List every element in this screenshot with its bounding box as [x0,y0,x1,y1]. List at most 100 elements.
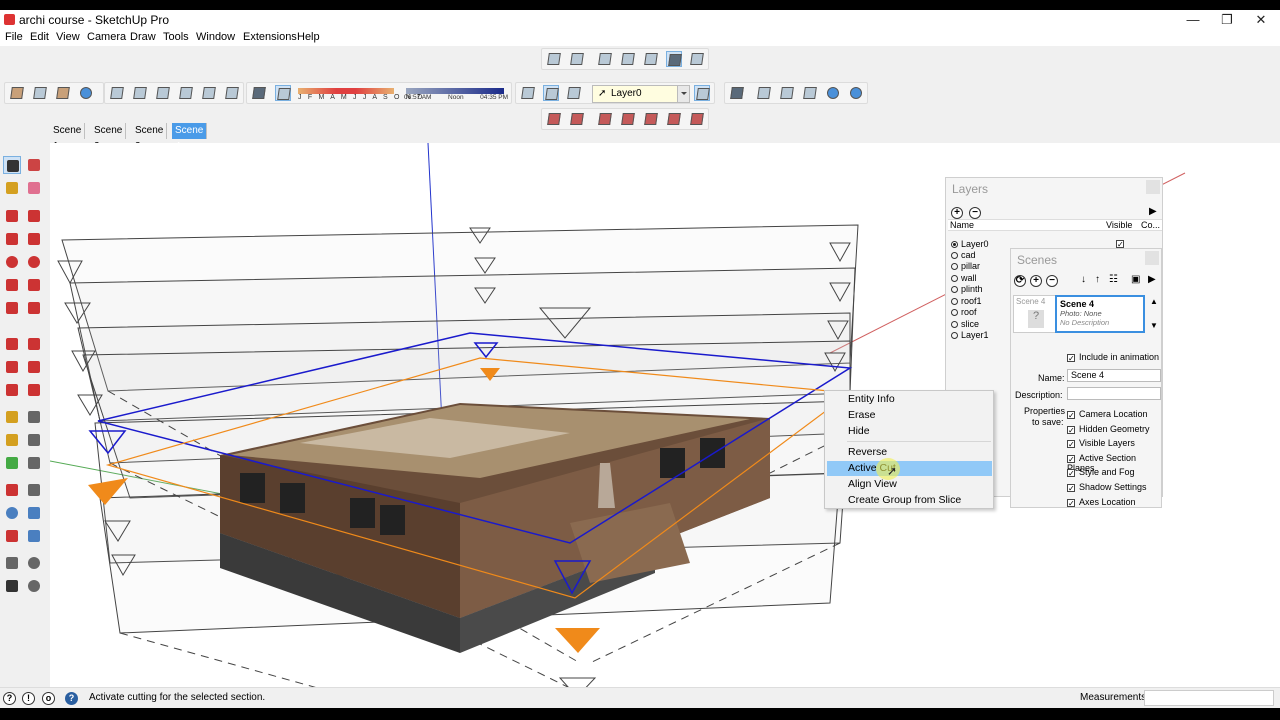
paint-bucket-icon[interactable] [3,179,21,197]
column-color[interactable]: Co... [1141,220,1160,230]
active-layer-radio[interactable] [951,241,958,248]
layer-row[interactable]: plinth [951,284,983,295]
layer-row[interactable]: roof1 [951,296,982,307]
property-row[interactable]: ✓ Active Section Planes [1067,453,1161,473]
tab-scene-2[interactable]: Scene 2 [91,123,127,152]
scale-tool-icon[interactable] [3,381,21,399]
menu-help[interactable]: Help [297,31,320,43]
layer-radio[interactable] [951,321,958,328]
scene-description-field[interactable] [1067,387,1161,400]
menu-erase[interactable]: Erase [825,408,993,423]
minimize-button[interactable]: — [1176,10,1210,30]
wireframe-icon[interactable] [756,85,772,101]
front-view-icon[interactable] [597,51,613,67]
pie-icon[interactable] [25,299,43,317]
property-checkbox[interactable]: ✓ [1067,426,1075,435]
property-row[interactable]: ✓ Shadow Settings [1067,482,1147,494]
property-checkbox[interactable]: ✓ [1067,484,1075,493]
bottom-view-icon[interactable] [689,51,705,67]
update-scene-icon[interactable]: ⟳ [1014,275,1026,287]
credits-icon[interactable]: ! [22,692,35,705]
arc-icon[interactable] [3,276,21,294]
scene-name-field[interactable]: Scene 4 [1067,369,1161,382]
delete-layer-icon[interactable]: − [969,207,981,219]
pan-icon[interactable] [25,481,43,499]
rectangle-icon[interactable] [3,230,21,248]
menu-reverse[interactable]: Reverse [825,445,993,460]
axes-tool-icon[interactable] [3,454,21,472]
drape-icon[interactable] [643,111,659,127]
layer-row[interactable]: Layer1 [951,330,989,341]
freehand-icon[interactable] [25,207,43,225]
walk-icon[interactable] [3,577,21,595]
follow-me-icon[interactable] [25,358,43,376]
display-section-cuts-icon[interactable] [566,85,582,101]
zoom-extents-icon[interactable] [3,527,21,545]
zoom-window-icon[interactable] [25,504,43,522]
move-scene-up-icon[interactable]: ↑ [1095,274,1100,285]
line-tool-icon[interactable] [3,207,21,225]
rotate-tool-icon[interactable] [3,358,21,376]
left-view-icon[interactable] [666,51,682,67]
layer-radio[interactable] [951,309,958,316]
column-name[interactable]: Name [950,220,974,230]
from-contours-icon[interactable] [546,111,562,127]
maximize-button[interactable]: ❐ [1210,10,1244,30]
menu-tools[interactable]: Tools [163,31,189,43]
property-row[interactable]: ✓ Style and Fog [1067,467,1135,479]
right-view-icon[interactable] [620,51,636,67]
layer-radio[interactable] [951,286,958,293]
scroll-down-icon[interactable]: ▼ [1150,321,1158,330]
book-icon[interactable] [132,85,148,101]
add-layer-icon[interactable]: + [951,207,963,219]
select-tool-icon[interactable] [3,156,21,174]
polygon-icon[interactable] [25,253,43,271]
globe-icon[interactable] [78,85,94,101]
include-animation-checkbox[interactable]: ✓ [1067,354,1075,363]
offset-tool-icon[interactable] [25,381,43,399]
3d-text-icon[interactable] [25,454,43,472]
move-scene-down-icon[interactable]: ↓ [1081,274,1086,285]
layer-row[interactable]: roof [951,307,977,318]
eraser-icon[interactable] [25,179,43,197]
tab-scene-3[interactable]: Scene 3 [132,123,168,152]
look-around-icon[interactable] [25,554,43,572]
layer-radio[interactable] [951,275,958,282]
chevron-down-icon[interactable] [677,86,689,102]
layer-radio[interactable] [951,298,958,305]
menu-file[interactable]: File [5,31,23,43]
shaded-icon[interactable] [802,85,818,101]
layer-radio[interactable] [951,252,958,259]
geo-location-icon[interactable]: ? [3,692,16,705]
add-detail-icon[interactable] [666,111,682,127]
scene-thumbnail[interactable]: Scene 4 ? [1013,295,1057,333]
layers-details-icon[interactable]: ▶ [1149,206,1157,217]
layer0-visible-checkbox[interactable]: ✓ [1116,240,1124,249]
menu-entity-info[interactable]: Entity Info [825,392,993,407]
tape-measure-icon[interactable] [3,408,21,426]
add-scene-icon[interactable]: + [1030,275,1042,287]
property-row[interactable]: ✓ Axes Location [1067,497,1136,509]
zoom-icon[interactable] [3,504,21,522]
flip-edge-icon[interactable] [689,111,705,127]
top-view-icon[interactable] [569,51,585,67]
view-options-icon[interactable]: ☷ [1109,274,1118,285]
home-outline-icon[interactable] [201,85,217,101]
property-row[interactable]: ✓ Hidden Geometry [1067,424,1150,436]
rotated-rectangle-icon[interactable] [25,230,43,248]
tab-scene-4[interactable]: Scene 4 [172,123,208,152]
back-view-icon[interactable] [643,51,659,67]
position-camera-icon[interactable] [3,554,21,572]
hidden-line-icon[interactable] [779,85,795,101]
model-info-icon[interactable] [9,85,25,101]
section-plane-icon[interactable] [520,85,536,101]
show-thumbnails-icon[interactable]: ▣ [1131,274,1140,285]
scene-list-item[interactable]: Scene 4 Photo: None No Description [1055,295,1145,333]
delete-scene-icon[interactable]: − [1046,275,1058,287]
scene-details-icon[interactable]: ▶ [1148,274,1156,285]
layer-dropdown[interactable]: ➚ Layer0 [592,85,690,103]
menu-align-view[interactable]: Align View [825,477,993,492]
person-icon[interactable] [55,85,71,101]
tag-icon[interactable] [32,85,48,101]
section-plane-tool-icon[interactable] [25,577,43,595]
